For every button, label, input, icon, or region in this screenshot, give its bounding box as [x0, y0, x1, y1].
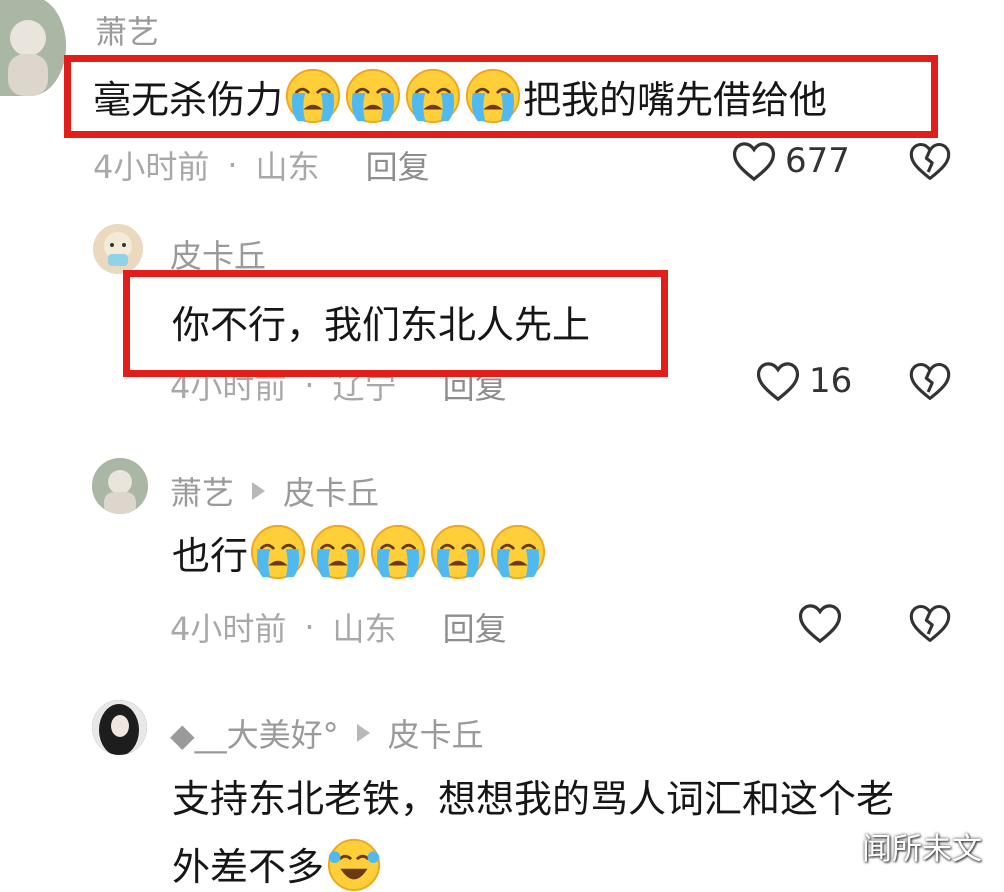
reply-to-username[interactable]: 皮卡丘 — [388, 710, 484, 756]
like-button[interactable] — [797, 602, 843, 648]
comment-text-line: 外差不多 — [172, 834, 384, 892]
dislike-button[interactable] — [908, 360, 952, 406]
avatar[interactable] — [0, 0, 66, 96]
heart-outline-icon — [732, 142, 776, 182]
broken-heart-icon — [909, 362, 951, 400]
dislike-button[interactable] — [908, 602, 952, 648]
emoji-group — [248, 523, 548, 581]
comment-username[interactable]: 萧艺 — [170, 468, 234, 514]
laugh-tears-emoji-icon — [327, 838, 381, 892]
comment-time: 4小时前 — [93, 148, 210, 186]
like-count: 16 — [809, 361, 853, 401]
crying-emoji-icon — [405, 68, 461, 124]
crying-emoji-icon — [285, 68, 341, 124]
avatar-image — [92, 700, 147, 755]
comment-time: 4小时前 — [170, 610, 287, 648]
separator: · — [304, 608, 315, 646]
broken-heart-icon — [909, 604, 951, 642]
heart-outline-icon — [798, 604, 842, 644]
avatar[interactable] — [92, 458, 148, 514]
emoji-group — [324, 834, 384, 892]
reply-button[interactable]: 回复 — [443, 604, 507, 650]
reply-button[interactable]: 回复 — [366, 142, 430, 188]
like-button[interactable]: 677 — [731, 140, 850, 182]
comment-text-part: 外差不多 — [172, 844, 325, 889]
heart-outline-icon — [756, 362, 800, 402]
crying-emoji-icon — [430, 524, 486, 580]
comment-username[interactable]: 萧艺 — [95, 7, 159, 53]
like-button[interactable]: 16 — [755, 360, 852, 402]
comment-meta: 4小时前 · 山东 回复 — [93, 142, 430, 188]
avatar[interactable] — [92, 700, 147, 755]
watermark: 闻所未文 — [862, 832, 982, 867]
separator: · — [227, 146, 238, 184]
comment-text: 你不行，我们东北人先上 — [172, 302, 591, 347]
avatar-image — [0, 0, 66, 96]
comment-location: 山东 — [255, 148, 320, 186]
avatar-image — [92, 458, 148, 514]
reply-to-username[interactable]: 皮卡丘 — [283, 468, 379, 514]
comment-meta: 4小时前 · 山东 回复 — [170, 604, 507, 650]
comment-location: 山东 — [332, 610, 397, 648]
crying-emoji-icon — [465, 68, 521, 124]
crying-emoji-icon — [310, 524, 366, 580]
comment-username[interactable]: ◆__大美好° — [170, 710, 339, 756]
broken-heart-icon — [909, 142, 951, 180]
crying-emoji-icon — [250, 524, 306, 580]
comment-text: 毫无杀伤力 把我的嘴先借给他 — [93, 66, 827, 126]
like-count: 677 — [785, 141, 850, 181]
reply-arrow-icon — [356, 724, 370, 742]
reply-arrow-icon — [252, 482, 266, 500]
comment-text-part: 毫无杀伤力 — [93, 77, 284, 122]
crying-emoji-icon — [490, 524, 546, 580]
emoji-group — [283, 67, 523, 125]
crying-emoji-icon — [345, 68, 401, 124]
comment-text-line: 支持东北老铁，想想我的骂人词汇和这个老 — [172, 776, 895, 821]
dislike-button[interactable] — [908, 140, 952, 186]
comment-text-part: 把我的嘴先借给他 — [523, 77, 828, 122]
crying-emoji-icon — [370, 524, 426, 580]
comment-username-line: 萧艺 皮卡丘 — [170, 468, 379, 514]
comment-username-line: ◆__大美好° 皮卡丘 — [170, 710, 484, 756]
avatar-image — [93, 224, 143, 274]
avatar[interactable] — [93, 224, 143, 274]
comment-text-part: 也行 — [172, 533, 249, 578]
comment-text: 也行 — [172, 522, 548, 582]
